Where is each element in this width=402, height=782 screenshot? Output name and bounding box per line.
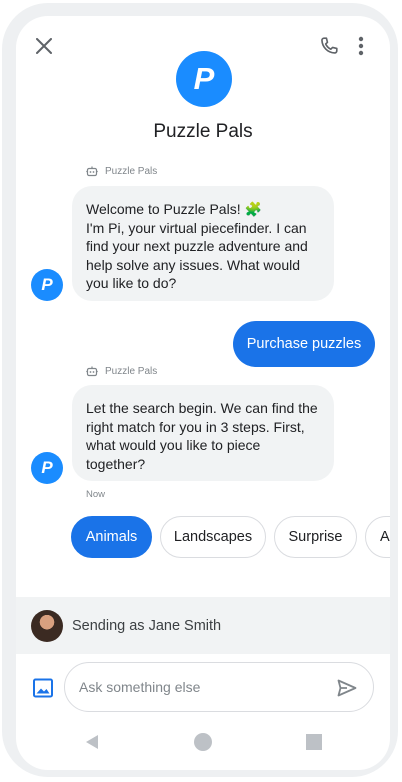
chip-partial[interactable]: A [365, 516, 390, 558]
sending-as-label: Sending as Jane Smith [72, 617, 222, 634]
chip-animals[interactable]: Animals [71, 516, 152, 558]
nav-recents-icon[interactable] [306, 734, 322, 750]
sender-name: Puzzle Pals [105, 366, 158, 377]
more-vert-icon [358, 36, 364, 56]
compose-box [64, 662, 374, 712]
image-icon [33, 678, 53, 698]
message-input[interactable] [79, 677, 319, 697]
phone-icon [321, 37, 338, 54]
sender-name: Puzzle Pals [105, 166, 158, 177]
sender-tag: Puzzle Pals [86, 166, 157, 177]
sender-tag: Puzzle Pals [86, 366, 157, 377]
close-button[interactable] [32, 34, 56, 58]
chip-landscapes[interactable]: Landscapes [160, 516, 266, 558]
nav-back-icon[interactable] [83, 733, 101, 751]
close-icon [36, 38, 52, 54]
message-bubble: Welcome to Puzzle Pals! 🧩 I'm Pi, your v… [72, 186, 334, 301]
call-button[interactable] [316, 33, 342, 59]
phone-frame: P Puzzle Pals Puzzle Pals Welcome to Puz… [2, 3, 398, 777]
send-icon [337, 679, 357, 697]
suggestion-chips: Animals Landscapes Surprise A [71, 516, 390, 558]
bot-icon [86, 366, 98, 377]
bot-avatar: P [31, 452, 63, 484]
bot-avatar: P [31, 269, 63, 301]
chip-surprise[interactable]: Surprise [274, 516, 357, 558]
nav-home-icon[interactable] [194, 733, 212, 751]
brand-logo: P [176, 51, 232, 107]
message-bubble: Let the search begin. We can find the ri… [72, 385, 334, 481]
outgoing-message-bubble: Purchase puzzles [233, 321, 375, 367]
attach-image-button[interactable] [32, 678, 54, 698]
message-timestamp: Now [86, 489, 106, 500]
screen: P Puzzle Pals Puzzle Pals Welcome to Puz… [16, 16, 390, 770]
bot-icon [86, 166, 98, 177]
sending-as-bar: Sending as Jane Smith [16, 597, 390, 654]
send-button[interactable] [335, 676, 359, 700]
user-avatar[interactable] [31, 609, 63, 642]
brand-name: Puzzle Pals [153, 121, 253, 142]
more-menu-button[interactable] [354, 33, 368, 59]
